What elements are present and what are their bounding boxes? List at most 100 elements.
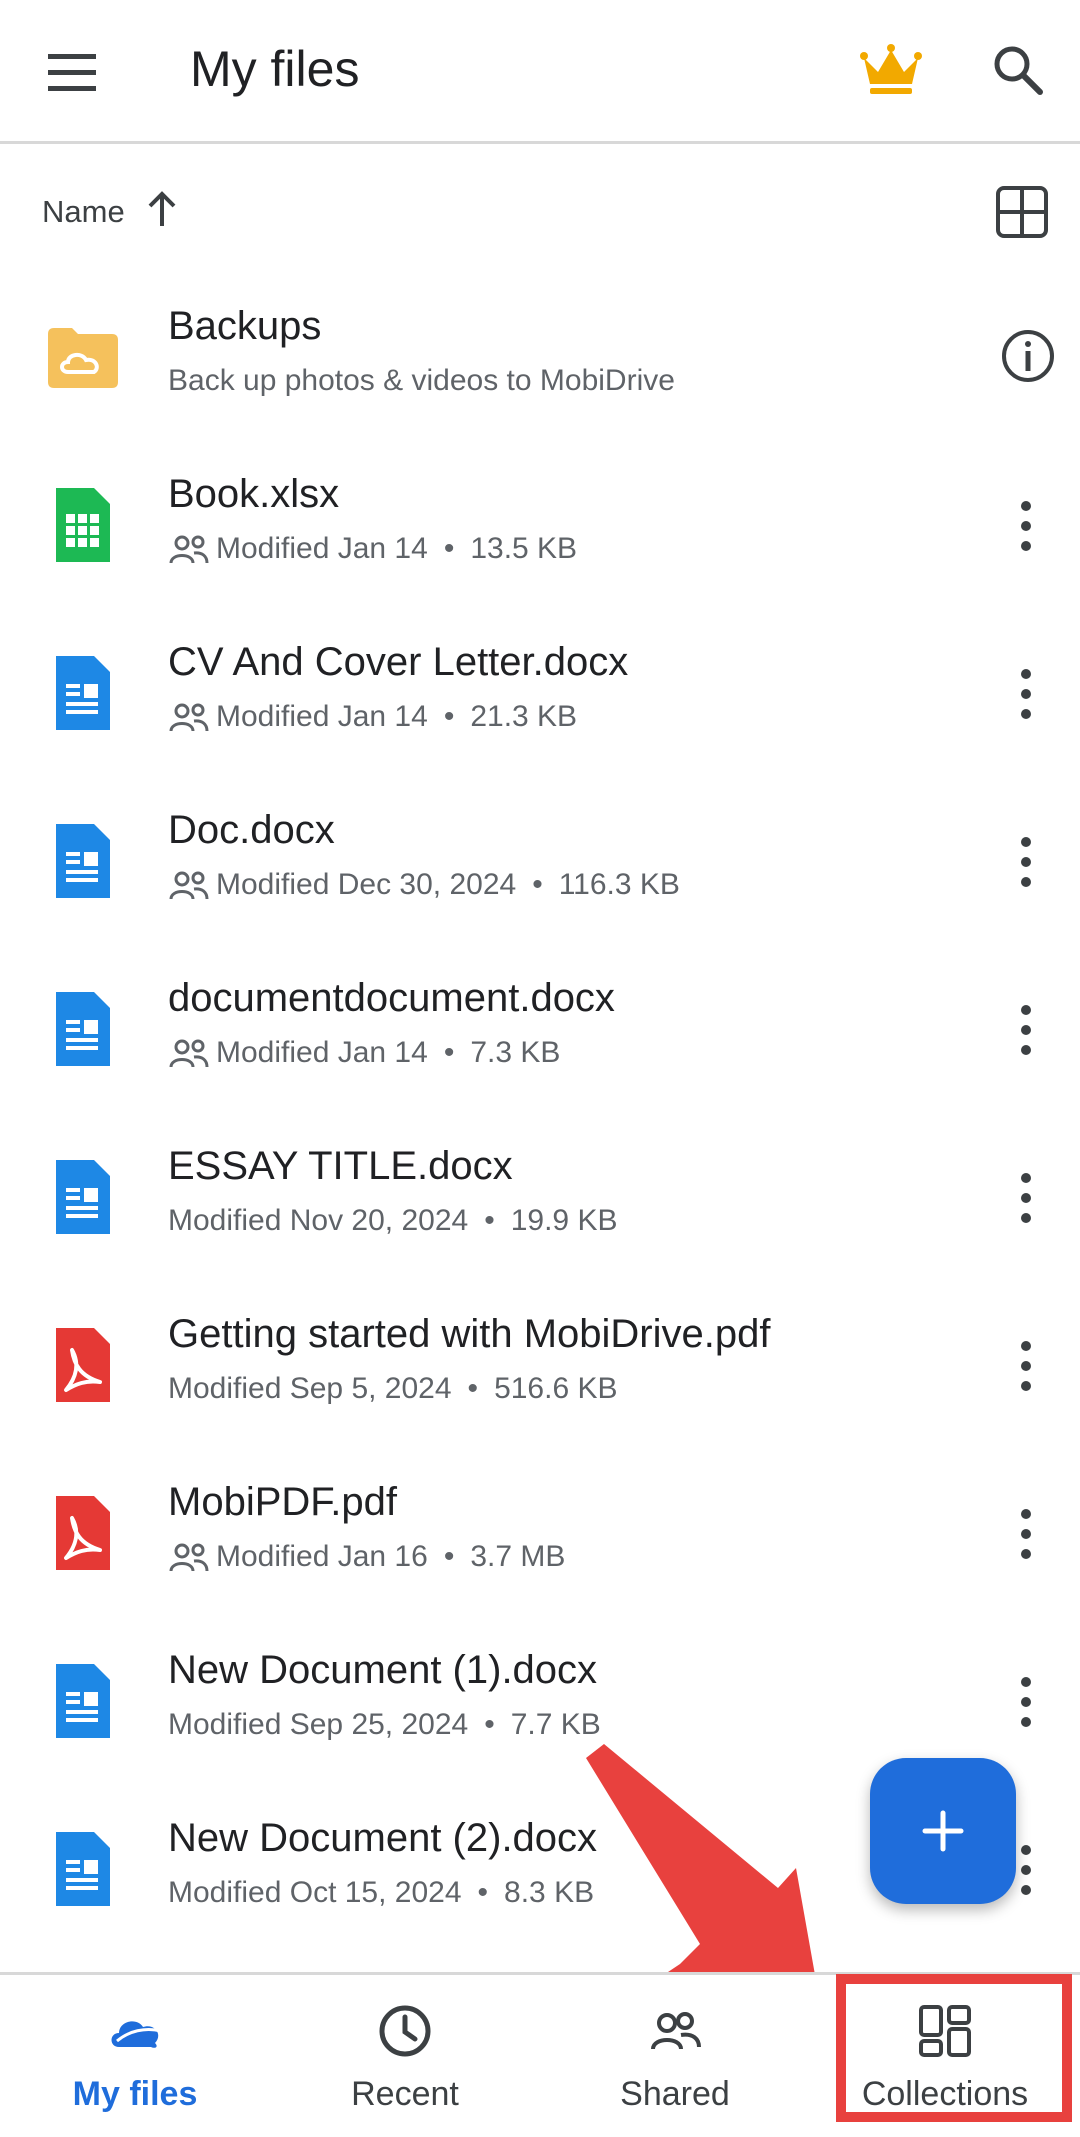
separator-dot: •: [443, 1036, 455, 1069]
docx-file-icon: [56, 1160, 110, 1234]
separator-dot: •: [443, 1540, 455, 1573]
collections-icon: [919, 2005, 971, 2057]
shared-people-icon: [169, 1543, 209, 1572]
file-name: New Document (2).docx: [168, 1816, 598, 1860]
file-name: CV And Cover Letter.docx: [168, 640, 629, 684]
modified-date: Modified Nov 20, 2024: [168, 1204, 469, 1237]
search-icon[interactable]: [988, 40, 1048, 100]
add-button[interactable]: [870, 1758, 1016, 1904]
docx-file-icon: [56, 1664, 110, 1738]
modified-date: Modified Oct 15, 2024: [168, 1876, 462, 1909]
clock-icon: [379, 2005, 431, 2057]
file-name: ESSAY TITLE.docx: [168, 1144, 513, 1188]
file-name: Getting started with MobiDrive.pdf: [168, 1312, 771, 1356]
file-size: 19.9 KB: [510, 1204, 618, 1237]
file-name: MobiPDF.pdf: [168, 1480, 397, 1524]
modified-date: Modified Jan 16: [216, 1540, 428, 1573]
file-row[interactable]: MobiPDF.pdf Modified Jan 16 • 3.7 MB: [0, 1450, 1080, 1618]
nav-label: Recent: [351, 2075, 459, 2113]
file-meta: Modified Sep 25, 2024 • 7.7 KB: [168, 1708, 601, 1742]
file-size: 8.3 KB: [504, 1876, 595, 1909]
cloud-folder-icon: [48, 328, 118, 388]
file-row[interactable]: Getting started with MobiDrive.pdf Modifi…: [0, 1282, 1080, 1450]
file-name: Backups: [168, 304, 322, 348]
modified-date: Modified Jan 14: [216, 532, 428, 565]
more-vert-icon[interactable]: [1006, 1336, 1046, 1396]
more-vert-icon[interactable]: [1006, 832, 1046, 892]
file-size: 3.7 MB: [470, 1540, 566, 1573]
modified-date: Modified Jan 14: [216, 1036, 428, 1069]
nav-shared[interactable]: Shared: [540, 1975, 810, 2137]
grid-view-icon[interactable]: [994, 184, 1050, 240]
file-row[interactable]: Doc.docx Modified Dec 30, 2024 • 116.3 KB: [0, 778, 1080, 946]
file-meta: Modified Jan 14 • 21.3 KB: [168, 700, 577, 734]
more-vert-icon[interactable]: [1006, 1672, 1046, 1732]
file-size: 21.3 KB: [470, 700, 578, 733]
modified-date: Modified Sep 5, 2024: [168, 1372, 452, 1405]
more-vert-icon[interactable]: [1006, 1168, 1046, 1228]
nav-recent[interactable]: Recent: [270, 1975, 540, 2137]
modified-date: Modified Jan 14: [216, 700, 428, 733]
modified-date: Modified Sep 25, 2024: [168, 1708, 469, 1741]
backup-description: Back up photos & videos to MobiDrive: [168, 364, 675, 397]
file-row[interactable]: documentdocument.docx Modified Jan 14 • 7.3…: [0, 946, 1080, 1114]
file-name: documentdocument.docx: [168, 976, 615, 1020]
file-size: 516.6 KB: [494, 1372, 618, 1405]
separator-dot: •: [467, 1372, 479, 1405]
nav-label: Collections: [861, 2075, 1029, 2113]
pdf-file-icon: [56, 1496, 110, 1570]
file-row[interactable]: CV And Cover Letter.docx Modified Jan 14 •…: [0, 610, 1080, 778]
docx-file-icon: [56, 992, 110, 1066]
sort-bar: Name: [0, 150, 1080, 274]
file-meta: Modified Sep 5, 2024 • 516.6 KB: [168, 1372, 618, 1406]
pdf-file-icon: [56, 1328, 110, 1402]
shared-people-icon: [169, 535, 209, 564]
modified-date: Modified Dec 30, 2024: [216, 868, 517, 901]
page-title: My files: [190, 41, 360, 97]
file-name: Book.xlsx: [168, 472, 340, 516]
file-row[interactable]: ESSAY TITLE.docx Modified Nov 20, 2024 • 19…: [0, 1114, 1080, 1282]
docx-file-icon: [56, 1832, 110, 1906]
file-row[interactable]: Book.xlsx Modified Jan 14 • 13.5 KB: [0, 442, 1080, 610]
file-meta: Modified Jan 16 • 3.7 MB: [168, 1540, 565, 1574]
crown-icon[interactable]: [858, 40, 924, 100]
file-name: New Document (1).docx: [168, 1648, 598, 1692]
sort-name-button[interactable]: Name: [42, 194, 125, 230]
file-row[interactable]: Backups Back up photos & videos to MobiDr…: [0, 274, 1080, 442]
file-size: 7.7 KB: [510, 1708, 601, 1741]
shared-people-icon: [169, 1039, 209, 1068]
separator-dot: •: [484, 1708, 495, 1741]
separator-dot: •: [443, 700, 455, 733]
file-meta: Back up photos & videos to MobiDrive: [168, 364, 675, 398]
nav-collections[interactable]: Collections: [810, 1975, 1080, 2137]
more-vert-icon[interactable]: [1006, 664, 1046, 724]
nav-my-files[interactable]: My files: [0, 1975, 270, 2137]
separator-dot: •: [477, 1876, 489, 1909]
people-icon: [651, 2012, 701, 2050]
file-size: 13.5 KB: [470, 532, 578, 565]
file-meta: Modified Nov 20, 2024 • 19.9 KB: [168, 1204, 617, 1238]
more-vert-icon[interactable]: [1006, 1000, 1046, 1060]
info-icon[interactable]: [1000, 328, 1056, 384]
file-meta: Modified Jan 14 • 13.5 KB: [168, 532, 577, 566]
shared-people-icon: [169, 871, 209, 900]
arrow-up-icon[interactable]: [142, 188, 182, 232]
file-size: 7.3 KB: [470, 1036, 561, 1069]
file-meta: Modified Oct 15, 2024 • 8.3 KB: [168, 1876, 594, 1910]
plus-icon: [922, 1810, 964, 1852]
separator-dot: •: [532, 868, 543, 901]
file-name: Doc.docx: [168, 808, 335, 852]
hamburger-menu-icon[interactable]: [42, 42, 102, 102]
more-vert-icon[interactable]: [1006, 496, 1046, 556]
more-vert-icon[interactable]: [1006, 1504, 1046, 1564]
separator-dot: •: [443, 532, 455, 565]
file-size: 116.3 KB: [558, 868, 680, 901]
docx-file-icon: [56, 824, 110, 898]
docx-file-icon: [56, 656, 110, 730]
separator-dot: •: [484, 1204, 495, 1237]
bottom-navigation: My files Recent Shared Collections: [0, 1972, 1080, 2137]
nav-label: My files: [72, 2075, 198, 2113]
xlsx-file-icon: [56, 488, 110, 562]
top-app-bar: My files: [0, 0, 1080, 144]
shared-people-icon: [169, 703, 209, 732]
